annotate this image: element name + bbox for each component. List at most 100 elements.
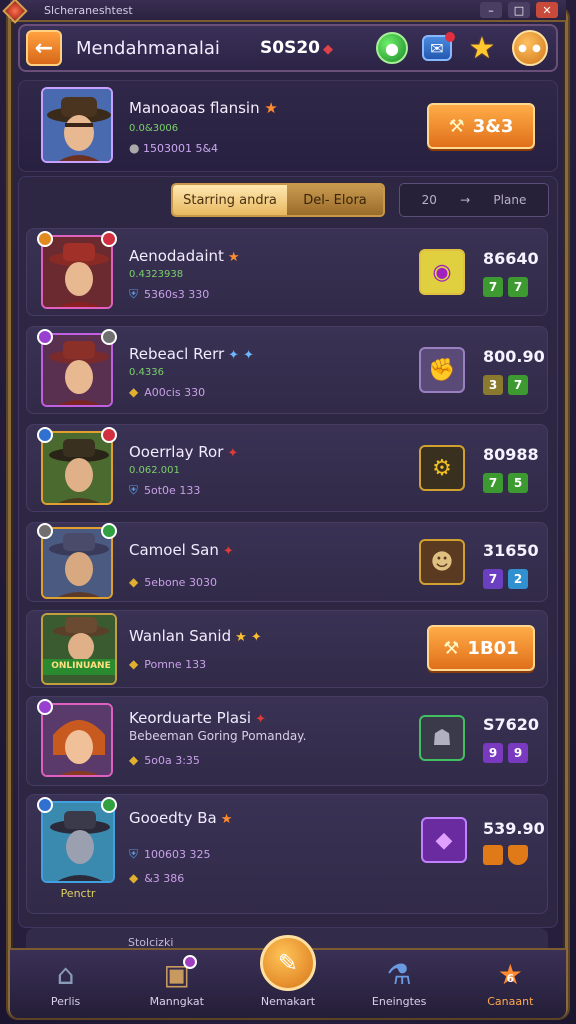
hero-value: 31650 [483, 541, 539, 560]
maximize-button[interactable]: □ [508, 2, 530, 18]
close-button[interactable]: ✕ [536, 2, 558, 18]
shield-icon: ⛨ [129, 847, 139, 861]
list-item[interactable]: ONLINUANE Wanlan Sanid ★ ✦ ◆ Pomne 133 ⚒ 1B… [26, 610, 548, 688]
hero-id: 0.4323938 [129, 269, 184, 280]
hammer-icon: ⚒ [443, 637, 460, 659]
hero-stats: ◆ A00cis 330 [129, 385, 206, 399]
list-item[interactable]: Camoel San ✦ ◆ 5ebone 3030 ☻ 31650 7 2 [26, 522, 548, 602]
chip: 7 [508, 375, 528, 395]
tab-starring[interactable]: Starring andra [173, 185, 287, 215]
hero-name: Camoel San ✦ [129, 541, 234, 559]
filter-control[interactable]: 20 → Plane [399, 183, 549, 217]
hero-value: 80988 [483, 445, 539, 464]
sparkle-icon: ✦ [255, 712, 266, 727]
hero-chips: 7 7 [483, 277, 528, 297]
notification-dot [182, 955, 197, 969]
back-button[interactable]: ← [26, 30, 62, 66]
nav-chest[interactable]: ▣ Manngkat [127, 955, 227, 1008]
item-crystal-icon[interactable]: ◆ [421, 817, 467, 863]
home-icon: ⌂ [56, 958, 75, 991]
tab-del[interactable]: Del- Elora [287, 185, 383, 215]
hero-name: Gooedty Ba ★ [129, 809, 233, 827]
level-badge-icon [37, 523, 53, 539]
minimize-button[interactable]: – [480, 2, 502, 18]
gold-icon: ◆ [129, 575, 139, 589]
hero-portrait [41, 801, 115, 883]
top-header: ← Mendahmanalai S0S20 ◆ ● ✉ ★ ● ● [18, 24, 558, 72]
nav-home[interactable]: ⌂ Perlis [16, 958, 116, 1009]
list-item[interactable]: Rebeacl Rerr ✦ ✦ 0.4336 ◆ A00cis 330 ✊ 800… [26, 326, 548, 414]
hero-portrait [41, 703, 113, 777]
item-gauntlet-icon[interactable]: ✊ [419, 347, 465, 393]
level-badge-icon [37, 231, 53, 247]
star-count: 6 [506, 972, 515, 985]
hero-value: 539.90 [483, 819, 545, 838]
shield-chip [508, 845, 528, 865]
hero-description: Bebeeman Goring Pomanday. [129, 729, 307, 743]
player-name: Manoaoas flansin ★ [129, 99, 278, 117]
list-item[interactable]: Aenodadaint ★ 0.4323938 ⛨ 5360s3 330 ◉ 866… [26, 228, 548, 316]
hero-name: Keorduarte Plasi ✦ [129, 709, 266, 727]
level-badge-icon [37, 329, 53, 345]
element-badge-icon [101, 329, 117, 345]
level-badge-icon [37, 797, 53, 813]
mail-icon[interactable]: ✉ [422, 32, 455, 61]
list-item[interactable]: Ooerrlay Ror ✦ 0.062.001 ⛨ 5ot0e 133 ⚙ 809… [26, 424, 548, 512]
hero-action-button[interactable]: ⚒ 1B01 [427, 625, 535, 671]
hero-stats-secondary: ◆ &3 386 [129, 871, 185, 885]
hero-chips [483, 845, 528, 865]
chip: 7 [508, 277, 528, 297]
nav-star[interactable]: ★ 6 Canaant [460, 959, 560, 1009]
player-action-button[interactable]: ⚒ 3&3 [427, 103, 535, 149]
green-orb-icon[interactable]: ● [376, 32, 408, 64]
menu-button[interactable]: ● ● [512, 30, 548, 66]
gold-icon: ◆ [129, 657, 139, 671]
sparkle-icon: ✦ ✦ [228, 348, 255, 363]
ruby-icon: ◆ [322, 42, 333, 57]
arrow-icon: → [460, 193, 471, 207]
chip [483, 845, 503, 865]
element-badge-icon [101, 427, 117, 443]
favorites-star-icon[interactable]: ★ [466, 31, 498, 66]
nav-center-action[interactable]: ✎ Nemakart [238, 935, 338, 1008]
window-titlebar: Slcheraneshtest – □ ✕ [10, 0, 566, 22]
coin-icon: ● [129, 141, 140, 155]
hero-name: Ooerrlay Ror ✦ [129, 443, 239, 461]
level-badge-icon [37, 699, 53, 715]
item-orb-icon[interactable]: ◉ [419, 249, 465, 295]
list-item[interactable]: Penctr Gooedty Ba ★ ⛨ 100603 325 ◆ &3 386 ◆… [26, 794, 548, 914]
item-golem-icon[interactable]: ☗ [419, 715, 465, 761]
hero-name: Rebeacl Rerr ✦ ✦ [129, 345, 255, 363]
hero-name: Wanlan Sanid ★ ✦ [129, 627, 262, 645]
item-wheel-icon[interactable]: ⚙ [419, 445, 465, 491]
hero-chips: 3 7 [483, 375, 528, 395]
nav-potion[interactable]: ⚗ Eneingtes [349, 958, 449, 1009]
hero-id: 0.4336 [129, 367, 164, 378]
rank-star-icon: ★ [227, 250, 240, 265]
hero-value: S7620 [483, 715, 540, 734]
hero-portrait [41, 333, 113, 407]
element-badge-icon [101, 523, 117, 539]
shield-icon: ⛨ [129, 483, 139, 497]
sparkle-icon: ✦ [227, 446, 239, 461]
gold-icon: ◆ [129, 753, 139, 767]
notification-dot [445, 32, 455, 42]
potion-icon: ⚗ [386, 958, 412, 991]
hero-portrait [41, 527, 113, 599]
hero-value: 800.90 [483, 347, 545, 366]
score-value: S0S20 [260, 38, 320, 58]
window-title: Slcheraneshtest [44, 3, 133, 17]
player-avatar[interactable] [41, 87, 113, 163]
hero-portrait [41, 235, 113, 309]
star-icon: ★ 6 [498, 959, 523, 991]
hammer-icon: ⚒ [448, 115, 465, 137]
hero-chips: 9 9 [483, 743, 528, 763]
hero-stats: ⛨ 100603 325 [129, 847, 211, 861]
page-title: Mendahmanalai [76, 37, 220, 59]
hero-chips: 7 2 [483, 569, 528, 589]
chip: 7 [483, 473, 503, 493]
level-badge-icon [37, 427, 53, 443]
list-item[interactable]: Keorduarte Plasi ✦ Bebeeman Goring Pomand… [26, 696, 548, 786]
gold-icon: ◆ [129, 385, 139, 399]
item-portrait-icon[interactable]: ☻ [419, 539, 465, 585]
